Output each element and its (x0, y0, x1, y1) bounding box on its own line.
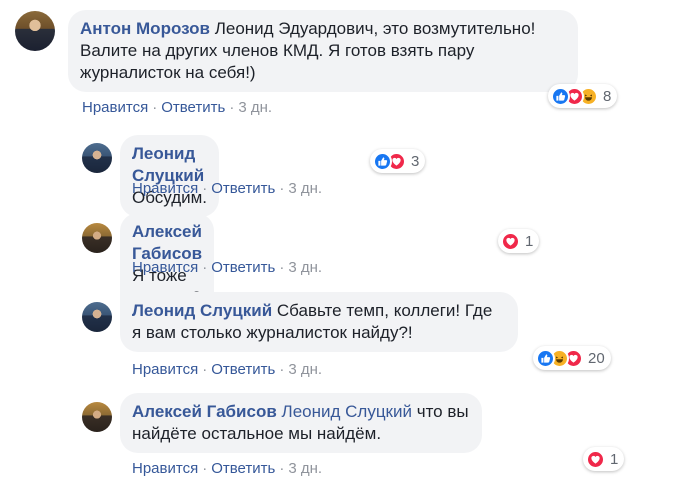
avatar[interactable] (82, 223, 112, 253)
separator: · (279, 180, 285, 197)
comment-bubble: Алексей Габисов Леонид Слуцкий что вы на… (120, 393, 482, 453)
reaction-count: 1 (610, 450, 619, 468)
reactions-summary[interactable]: 1 (583, 447, 625, 471)
comment-actions: Нравится · Ответить · 3 дн. (132, 361, 322, 378)
separator: · (202, 361, 208, 378)
comment-bubble: Антон Морозов Леонид Эдуардович, это воз… (68, 10, 578, 92)
reply-link[interactable]: Ответить (211, 180, 275, 197)
separator: · (229, 99, 235, 116)
comment-time[interactable]: 3 дн. (288, 460, 322, 477)
reactions-summary[interactable]: 3 (370, 149, 426, 173)
love-reaction-icon (501, 231, 520, 251)
comment-bubble: Леонид Слуцкий Сбавьте темп, коллеги! Гд… (120, 292, 518, 352)
separator: · (279, 259, 285, 276)
comment-author[interactable]: Леонид Слуцкий (132, 301, 272, 320)
separator: · (202, 460, 208, 477)
like-link[interactable]: Нравится (132, 460, 198, 477)
avatar[interactable] (82, 402, 112, 432)
reactions-summary[interactable]: 20 (533, 346, 611, 370)
like-link[interactable]: Нравится (132, 180, 198, 197)
separator: · (202, 259, 208, 276)
reaction-count: 8 (603, 87, 612, 105)
separator: · (279, 460, 285, 477)
separator: · (152, 99, 158, 116)
avatar[interactable] (15, 11, 55, 51)
like-reaction-icon (536, 348, 555, 368)
reply-link[interactable]: Ответить (211, 259, 275, 276)
reply-link[interactable]: Ответить (211, 361, 275, 378)
comment-bubble: Леонид Слуцкий Обсудим. (120, 135, 220, 217)
comment-mention[interactable]: Леонид Слуцкий (282, 402, 412, 421)
love-reaction-icon (586, 449, 605, 469)
like-link[interactable]: Нравится (82, 99, 148, 116)
like-link[interactable]: Нравится (132, 259, 198, 276)
comment-actions: Нравится · Ответить · 3 дн. (82, 99, 272, 116)
comment-time[interactable]: 3 дн. (238, 99, 272, 116)
comment-author[interactable]: Алексей Габисов (132, 222, 202, 263)
comment-time[interactable]: 3 дн. (288, 259, 322, 276)
comment-time[interactable]: 3 дн. (288, 361, 322, 378)
comment-actions: Нравится · Ответить · 3 дн. (132, 460, 322, 477)
comment-actions: Нравится · Ответить · 3 дн. (132, 259, 322, 276)
like-reaction-icon (373, 151, 392, 171)
comment-author[interactable]: Леонид Слуцкий (132, 144, 204, 185)
comment-time[interactable]: 3 дн. (288, 180, 322, 197)
like-link[interactable]: Нравится (132, 361, 198, 378)
reactions-summary[interactable]: 8 (548, 84, 618, 108)
avatar[interactable] (82, 302, 112, 332)
reaction-count: 3 (411, 152, 420, 170)
comment-actions: Нравится · Ответить · 3 дн. (132, 180, 322, 197)
reaction-count: 1 (525, 232, 534, 250)
reactions-summary[interactable]: 1 (498, 229, 540, 253)
comment-author[interactable]: Антон Морозов (80, 19, 210, 38)
reply-link[interactable]: Ответить (161, 99, 225, 116)
separator: · (202, 180, 208, 197)
separator: · (279, 361, 285, 378)
like-reaction-icon (551, 86, 570, 106)
comment-author[interactable]: Алексей Габисов (132, 402, 277, 421)
reply-link[interactable]: Ответить (211, 460, 275, 477)
avatar[interactable] (82, 143, 112, 173)
reaction-count: 20 (588, 349, 605, 367)
